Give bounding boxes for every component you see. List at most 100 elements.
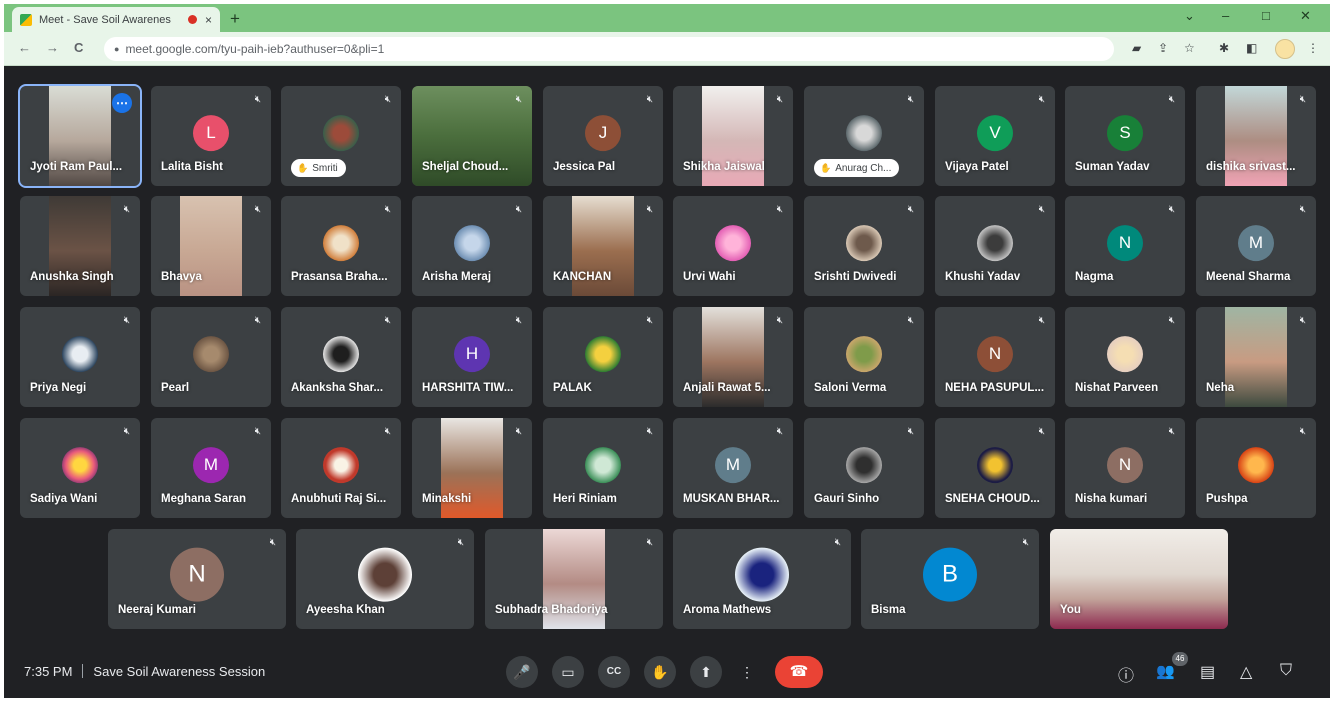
- participant-tile[interactable]: Sheljal Choud... 🔇︎: [412, 86, 532, 186]
- participant-tile[interactable]: KANCHAN 🔇︎: [543, 196, 663, 296]
- reload-button[interactable]: C: [74, 40, 83, 55]
- participant-tile[interactable]: Gauri Sinho 🔇︎: [804, 418, 924, 518]
- host-controls-icon[interactable]: ⛉: [1280, 662, 1292, 680]
- participant-tile[interactable]: B Bisma 🔇︎: [861, 529, 1039, 629]
- participant-tile[interactable]: N Nisha kumari 🔇︎: [1065, 418, 1185, 518]
- participant-tile[interactable]: ✋ Anurag Ch... 🔇︎: [804, 86, 924, 186]
- participant-name: Meghana Saran: [161, 493, 246, 505]
- participant-tile[interactable]: Ayeesha Khan 🔇︎: [296, 529, 474, 629]
- participant-tile[interactable]: Heri Riniam 🔇︎: [543, 418, 663, 518]
- raise-hand-button[interactable]: ✋: [644, 656, 676, 688]
- back-button[interactable]: ←: [18, 40, 31, 55]
- participant-photo: [846, 115, 882, 152]
- participant-tile[interactable]: J Jessica Pal 🔇︎: [543, 86, 663, 186]
- participant-tile[interactable]: ✋ Smriti 🔇︎: [281, 86, 401, 186]
- minimize-button[interactable]: –: [1222, 8, 1229, 23]
- extensions-icon[interactable]: ✱: [1219, 41, 1229, 55]
- participant-name: Sheljal Choud...: [422, 161, 509, 173]
- new-tab-button[interactable]: +: [230, 9, 240, 29]
- participant-name: Anubhuti Raj Si...: [291, 493, 387, 505]
- participant-tile[interactable]: H HARSHITA TIW... 🔇︎: [412, 307, 532, 407]
- participant-tile[interactable]: Srishti Dwivedi 🔇︎: [804, 196, 924, 296]
- participant-tile[interactable]: Arisha Meraj 🔇︎: [412, 196, 532, 296]
- participant-tile[interactable]: SNEHA CHOUD... 🔇︎: [935, 418, 1055, 518]
- participant-tile[interactable]: Neha 🔇︎: [1196, 307, 1316, 407]
- participant-tile[interactable]: N Nagma 🔇︎: [1065, 196, 1185, 296]
- participant-name: Bhavya: [161, 271, 202, 283]
- participant-photo: [846, 225, 882, 262]
- chat-icon[interactable]: ▤: [1200, 662, 1215, 682]
- participant-tile[interactable]: Prasansa Braha... 🔇︎: [281, 196, 401, 296]
- participant-name: Ayeesha Khan: [306, 604, 385, 616]
- participant-photo: [585, 336, 621, 373]
- meeting-details-icon[interactable]: ⓘ: [1118, 662, 1134, 686]
- muted-microphone-icon: 🔇︎: [515, 204, 522, 215]
- more-options-icon[interactable]: ⋯: [112, 93, 132, 113]
- browser-menu-icon[interactable]: ⋮: [1307, 41, 1319, 55]
- muted-microphone-icon: 🔇︎: [776, 426, 783, 437]
- participant-tile[interactable]: Saloni Verma 🔇︎: [804, 307, 924, 407]
- captions-button[interactable]: CC: [598, 656, 630, 688]
- participant-tile[interactable]: S Suman Yadav 🔇︎: [1065, 86, 1185, 186]
- participant-photo: [846, 336, 882, 373]
- participant-tile[interactable]: Anjali Rawat 5... 🔇︎: [673, 307, 793, 407]
- participant-tile[interactable]: Khushi Yadav 🔇︎: [935, 196, 1055, 296]
- participant-tile[interactable]: L Lalita Bisht 🔇︎: [151, 86, 271, 186]
- participant-tile[interactable]: M Meghana Saran 🔇︎: [151, 418, 271, 518]
- participant-tile[interactable]: N NEHA PASUPUL... 🔇︎: [935, 307, 1055, 407]
- participant-tile[interactable]: Sadiya Wani 🔇︎: [20, 418, 140, 518]
- participant-tile[interactable]: N Neeraj Kumari 🔇︎: [108, 529, 286, 629]
- participant-tile[interactable]: Pearl 🔇︎: [151, 307, 271, 407]
- people-icon[interactable]: 👥: [1156, 662, 1175, 680]
- participant-tile[interactable]: Subhadra Bhadoriya 🔇︎: [485, 529, 663, 629]
- participant-tile[interactable]: Anubhuti Raj Si... 🔇︎: [281, 418, 401, 518]
- participant-tile[interactable]: Pushpa 🔇︎: [1196, 418, 1316, 518]
- participant-name: Jessica Pal: [553, 161, 616, 173]
- participant-tile[interactable]: You: [1050, 529, 1228, 629]
- address-bar[interactable]: ● meet.google.com/tyu-paih-ieb?authuser=…: [104, 37, 1114, 61]
- participant-tile[interactable]: M MUSKAN BHAR... 🔇︎: [673, 418, 793, 518]
- more-options-button[interactable]: ⋮: [731, 656, 763, 688]
- tab-close-icon[interactable]: ×: [205, 13, 212, 27]
- present-screen-button[interactable]: ⬆: [690, 656, 722, 688]
- participant-tile[interactable]: Bhavya 🔇︎: [151, 196, 271, 296]
- profile-avatar[interactable]: [1275, 39, 1295, 59]
- participant-tile[interactable]: Akanksha Shar... 🔇︎: [281, 307, 401, 407]
- muted-microphone-icon: 🔇︎: [384, 426, 391, 437]
- activities-icon[interactable]: △: [1240, 662, 1252, 682]
- participant-tile[interactable]: Anushka Singh 🔇︎: [20, 196, 140, 296]
- side-panel-icon[interactable]: ◧: [1246, 41, 1257, 55]
- browser-tab[interactable]: Meet - Save Soil Awarenes ×: [12, 7, 220, 32]
- participant-tile[interactable]: M Meenal Sharma 🔇︎: [1196, 196, 1316, 296]
- participant-tile[interactable]: Aroma Mathews 🔇︎: [673, 529, 851, 629]
- tab-search-icon[interactable]: ⌄: [1184, 8, 1195, 24]
- participant-name: MUSKAN BHAR...: [683, 493, 780, 505]
- participant-tile[interactable]: Jyoti Ram Paul... ⋯: [18, 84, 142, 188]
- participant-name: Saloni Verma: [814, 382, 887, 394]
- participant-name: Prasansa Braha...: [291, 271, 388, 283]
- participant-name: Suman Yadav: [1075, 161, 1150, 173]
- participant-avatar: V: [977, 115, 1013, 152]
- camera-button[interactable]: ▭: [552, 656, 584, 688]
- lock-icon: ●: [114, 44, 120, 54]
- share-icon[interactable]: ⇪: [1158, 41, 1168, 55]
- participant-tile[interactable]: Priya Negi 🔇︎: [20, 307, 140, 407]
- participant-tile[interactable]: dishika srivast... 🔇︎: [1196, 86, 1316, 186]
- participant-tile[interactable]: Minakshi 🔇︎: [412, 418, 532, 518]
- participant-tile[interactable]: Shikha Jaiswal 🔇︎: [673, 86, 793, 186]
- microphone-button[interactable]: 🎤: [506, 656, 538, 688]
- forward-button[interactable]: →: [46, 40, 59, 55]
- participant-tile[interactable]: PALAK 🔇︎: [543, 307, 663, 407]
- participant-tile[interactable]: V Vijaya Patel 🔇︎: [935, 86, 1055, 186]
- participant-avatar: L: [193, 115, 229, 152]
- close-window-button[interactable]: ✕: [1300, 8, 1311, 24]
- bookmark-star-icon[interactable]: ☆: [1184, 41, 1195, 55]
- muted-microphone-icon: 🔇︎: [907, 94, 914, 105]
- cast-icon[interactable]: ▰: [1132, 41, 1141, 55]
- participant-tile[interactable]: Nishat Parveen 🔇︎: [1065, 307, 1185, 407]
- participant-tile[interactable]: Urvi Wahi 🔇︎: [673, 196, 793, 296]
- participant-photo: [323, 225, 359, 262]
- muted-microphone-icon: 🔇︎: [907, 204, 914, 215]
- maximize-button[interactable]: □: [1262, 8, 1270, 23]
- leave-call-button[interactable]: ☎: [775, 656, 823, 688]
